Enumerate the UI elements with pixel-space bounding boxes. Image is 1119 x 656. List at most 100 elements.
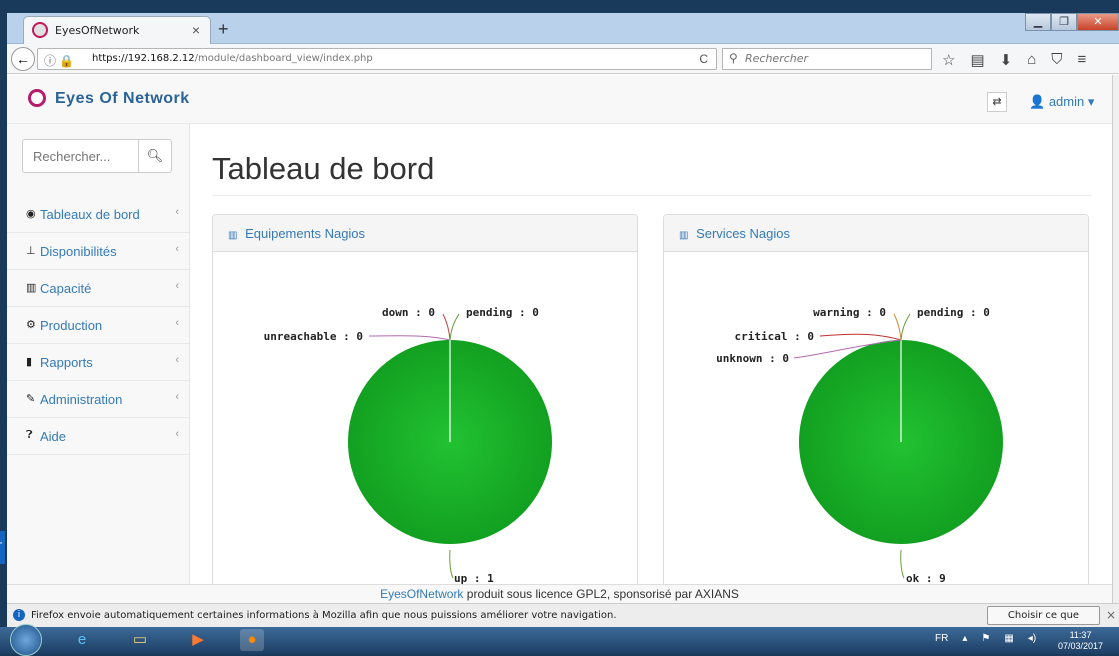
panel-services: ▥ Services Nagios ok : 9 warning : 0 criti…	[663, 214, 1089, 594]
book-icon: ▮	[26, 356, 33, 368]
page-footer: EyesOfNetwork produit sous licence GPL2,…	[7, 584, 1112, 603]
sidebar-item-rapports[interactable]: ▮ Rapports ‹	[7, 344, 189, 381]
sidebar-item-label: Capacité	[40, 281, 92, 296]
site-info-icon[interactable]: ⓘ 🔒	[44, 52, 74, 69]
label-connector-pending	[900, 313, 911, 341]
data-label-warning: warning : 0	[813, 306, 886, 319]
sidebar-item-tableaux-de-bord[interactable]: ◉ Tableaux de bord ‹	[7, 196, 189, 233]
dashboard-icon: ◉	[26, 208, 36, 220]
windows-taskbar: e ▭ ▶ ● FR ▴ ⚑ ▦ ◂) 11:37 07/03/2017	[0, 624, 1119, 656]
data-label-critical: critical : 0	[735, 330, 814, 343]
label-connector-warning	[893, 313, 902, 341]
notification-bar: i Firefox envoie automatiquement certain…	[7, 603, 1119, 627]
panel-title: Services Nagios	[696, 226, 791, 241]
sidebar-item-production[interactable]: ⚙ Production ‹	[7, 307, 189, 344]
sidebar-search-button[interactable]: 🔍︎	[138, 140, 171, 172]
back-button[interactable]: ←	[11, 47, 35, 71]
label-connector-critical	[819, 333, 902, 341]
chevron-left-icon: ‹	[175, 280, 179, 292]
reading-list-icon[interactable]: ▤	[970, 51, 984, 69]
reload-icon[interactable]: C	[699, 52, 708, 66]
sidebar-toggle-button[interactable]: ⇄	[987, 92, 1007, 112]
page-scrollbar[interactable]	[1112, 75, 1119, 603]
clock-date: 07/03/2017	[1058, 641, 1104, 651]
file-explorer-icon[interactable]: ▭	[128, 629, 152, 651]
new-tab-button[interactable]: +	[218, 19, 229, 40]
data-label-pending: pending : 0	[466, 306, 539, 319]
browser-window: EyesOfNetwork × + ▁ ❐ ✕ ← ⓘ 🔒 https://19…	[7, 13, 1119, 627]
sidebar-search: 🔍︎	[22, 139, 172, 173]
start-button[interactable]	[10, 624, 42, 656]
page-title: Tableau de bord	[212, 151, 435, 186]
toolbar-icons: ☆ ▤ ⬇ ⌂ ⛉ ≡	[942, 51, 1086, 69]
close-window-button[interactable]: ✕	[1077, 13, 1119, 31]
language-indicator[interactable]: FR	[935, 633, 948, 644]
chevron-left-icon: ‹	[175, 391, 179, 403]
services-pie-chart: ok : 9warning : 0critical : 0unknown : 0…	[716, 306, 1003, 585]
sidebar-item-capacite[interactable]: ▥ Capacité ‹	[7, 270, 189, 307]
sidebar-item-administration[interactable]: ✎ Administration ‹	[7, 381, 189, 418]
sidebar: 🔍︎ ◉ Tableaux de bord ‹ ⊥ Disponibilités…	[7, 124, 190, 584]
app-header: Eyes Of Network ⇄ 👤 admin ▾	[7, 75, 1112, 124]
system-tray: FR ▴ ⚑ ▦ ◂)	[935, 633, 1036, 644]
sidebar-search-input[interactable]	[33, 149, 133, 164]
menu-icon[interactable]: ≡	[1078, 51, 1087, 69]
info-icon: i	[13, 609, 25, 621]
label-connector-down	[442, 313, 451, 341]
label-connector-unreachable	[368, 335, 451, 341]
notification-close-icon[interactable]: ×	[1106, 608, 1116, 622]
internet-explorer-icon[interactable]: e	[70, 629, 94, 651]
data-label-down: down : 0	[382, 306, 435, 319]
sidebar-item-label: Aide	[40, 429, 67, 444]
browser-tab[interactable]: EyesOfNetwork ×	[23, 16, 211, 44]
user-icon: 👤	[1029, 94, 1046, 109]
sidebar-item-label: Administration	[40, 392, 123, 407]
browser-search-box[interactable]: ⚲	[722, 48, 932, 70]
navigation-bar: ← ⓘ 🔒 https://192.168.2.12/module/dashbo…	[7, 44, 1119, 74]
sidebar-item-disponibilites[interactable]: ⊥ Disponibilités ‹	[7, 233, 189, 270]
notification-text: Firefox envoie automatiquement certaines…	[31, 610, 617, 621]
browser-search-input[interactable]	[745, 52, 925, 65]
sitemap-icon: ⊥	[26, 245, 36, 257]
flag-icon[interactable]: ⚑	[981, 633, 990, 644]
chevron-left-icon: ‹	[175, 243, 179, 255]
panel-title: Equipements Nagios	[245, 226, 366, 241]
app-logo-text[interactable]: Eyes Of Network	[55, 90, 190, 108]
window-controls: ▁ ❐ ✕	[1025, 13, 1119, 31]
sidebar-item-aide[interactable]: ❓︎ Aide ‹	[7, 418, 189, 455]
volume-icon[interactable]: ◂)	[1028, 633, 1036, 644]
url-bar[interactable]: ⓘ 🔒 https://192.168.2.12/module/dashboar…	[37, 48, 717, 70]
data-label-unknown: unknown : 0	[716, 352, 789, 365]
data-label-pending: pending : 0	[917, 306, 990, 319]
home-icon[interactable]: ⌂	[1027, 51, 1036, 69]
label-connector-ok	[900, 549, 905, 579]
tab-bar: EyesOfNetwork × + ▁ ❐ ✕	[7, 13, 1119, 44]
cogs-icon: ⚙	[26, 319, 36, 331]
sidebar-item-label: Production	[40, 318, 103, 333]
minimize-button[interactable]: ▁	[1025, 13, 1051, 31]
edge-tag: T	[0, 531, 5, 564]
user-menu[interactable]: 👤 admin ▾	[1029, 94, 1094, 110]
bar-chart-icon: ▥	[228, 230, 238, 241]
search-icon: 🔍︎	[146, 148, 164, 163]
choose-data-button[interactable]: Choisir ce que j'envoie	[987, 606, 1100, 625]
maximize-button[interactable]: ❐	[1051, 13, 1077, 31]
clock-time: 11:37	[1069, 630, 1092, 640]
bookmark-star-icon[interactable]: ☆	[942, 51, 955, 69]
label-connector-pending	[449, 313, 460, 341]
tray-arrow-icon[interactable]: ▴	[962, 633, 967, 644]
sidebar-item-label: Tableaux de bord	[40, 207, 140, 222]
search-icon: ⚲	[729, 51, 738, 65]
bar-chart-icon: ▥	[679, 230, 689, 241]
footer-link[interactable]: EyesOfNetwork	[380, 587, 463, 601]
label-connector-up	[449, 549, 454, 579]
clock[interactable]: 11:37 07/03/2017	[1058, 630, 1103, 652]
pocket-icon[interactable]: ⛉	[1051, 51, 1062, 69]
firefox-icon[interactable]: ●	[240, 629, 264, 651]
panel-equipements: ▥ Equipements Nagios up : 1 down : 0 unrea…	[212, 214, 638, 594]
download-icon[interactable]: ⬇	[1000, 51, 1013, 69]
chevron-left-icon: ‹	[175, 206, 179, 218]
tab-close-icon[interactable]: ×	[192, 22, 200, 38]
media-player-icon[interactable]: ▶	[186, 629, 210, 651]
network-icon[interactable]: ▦	[1004, 633, 1013, 644]
